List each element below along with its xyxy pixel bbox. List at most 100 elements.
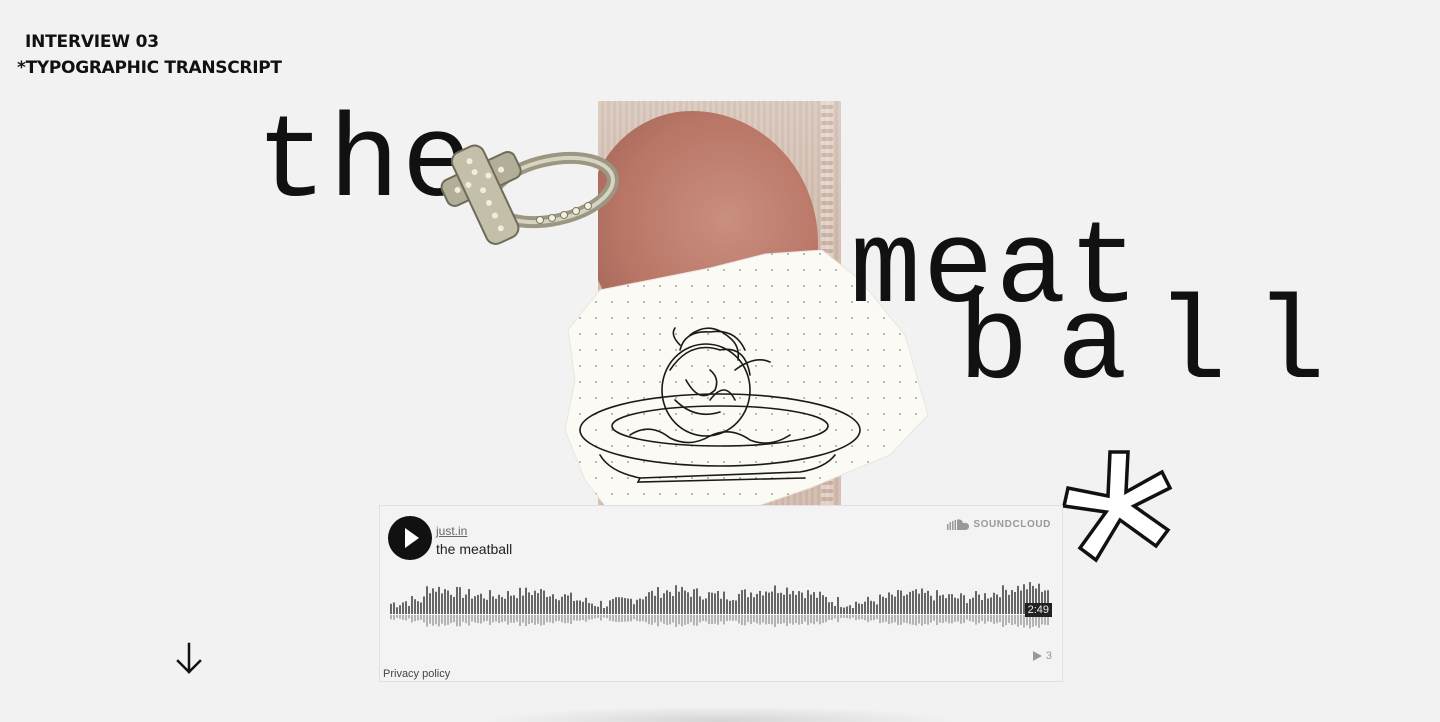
arrow-down-icon[interactable] <box>175 642 203 676</box>
soundcloud-player: just.in the meatball SOUNDCLOUD 2:49 3 P… <box>379 505 1063 682</box>
waveform-reflection-bar <box>432 615 434 626</box>
waveform-bar <box>450 594 452 614</box>
waveform-bar <box>753 597 755 614</box>
waveform-bar <box>807 590 809 614</box>
waveform-reflection-bar <box>747 615 749 623</box>
waveform-reflection-bar <box>453 615 455 623</box>
waveform-bar <box>480 593 482 614</box>
waveform-reflection-bar <box>585 615 587 622</box>
waveform-reflection-bar <box>651 615 653 625</box>
waveform-reflection-bar <box>756 615 758 624</box>
waveform-reflection-bar <box>474 615 476 623</box>
waveform-reflection-bar <box>675 615 677 628</box>
waveform-reflection-bar <box>711 615 713 624</box>
waveform-bar <box>489 590 491 614</box>
waveform-bar <box>825 596 827 614</box>
waveform-reflection-bar <box>759 615 761 625</box>
ring-image <box>440 144 619 245</box>
waveform-reflection-bar <box>837 615 839 623</box>
waveform-bar <box>957 598 959 614</box>
waveform-bar <box>393 602 395 614</box>
waveform[interactable] <box>390 578 1052 636</box>
waveform-bar <box>666 590 668 614</box>
waveform-bar <box>966 603 968 614</box>
soundcloud-logo-link[interactable]: SOUNDCLOUD <box>947 519 1051 530</box>
waveform-reflection-bar <box>762 615 764 623</box>
waveform-reflection-bar <box>702 615 704 622</box>
waveform-reflection-bar <box>933 615 935 621</box>
waveform-reflection-bar <box>507 615 509 625</box>
waveform-bar <box>891 594 893 614</box>
track-user-link[interactable]: just.in <box>436 524 467 538</box>
waveform-bar <box>942 594 944 614</box>
waveform-bar <box>693 589 695 614</box>
waveform-reflection-bar <box>741 615 743 626</box>
waveform-reflection-bar <box>699 615 701 623</box>
waveform-bar <box>813 592 815 614</box>
waveform-bar <box>465 594 467 614</box>
waveform-bar <box>426 586 428 614</box>
waveform-bar <box>591 603 593 614</box>
waveform-reflection-bar <box>753 615 755 623</box>
track-title-link[interactable]: the meatball <box>436 541 512 557</box>
waveform-reflection-bar <box>942 615 944 624</box>
play-count-value: 3 <box>1045 650 1052 662</box>
waveform-bar <box>798 591 800 614</box>
waveform-bar <box>657 587 659 614</box>
waveform-bar <box>759 590 761 614</box>
waveform-bar <box>585 597 587 614</box>
waveform-reflection-bar <box>810 615 812 624</box>
waveform-reflection-bar <box>486 615 488 621</box>
waveform-reflection-bar <box>633 615 635 620</box>
waveform-reflection-bar <box>981 615 983 621</box>
waveform-reflection-bar <box>543 615 545 625</box>
waveform-bar <box>1011 590 1013 614</box>
waveform-reflection-bar <box>561 615 563 623</box>
waveform-reflection-bar <box>768 615 770 624</box>
waveform-bar <box>783 594 785 614</box>
waveform-bar <box>1020 590 1022 614</box>
waveform-reflection-bar <box>480 615 482 624</box>
waveform-reflection-bar <box>897 615 899 626</box>
waveform-bar <box>498 594 500 614</box>
waveform-reflection-bar <box>918 615 920 624</box>
play-button[interactable] <box>388 516 432 560</box>
waveform-reflection-bar <box>846 615 848 619</box>
waveform-reflection-bar <box>1005 615 1007 626</box>
waveform-reflection-bar <box>663 615 665 624</box>
waveform-bar <box>540 589 542 614</box>
waveform-bar <box>594 606 596 614</box>
waveform-bar <box>810 594 812 614</box>
waveform-bar <box>945 598 947 614</box>
waveform-reflection-bar <box>972 615 974 622</box>
waveform-bar <box>417 601 419 614</box>
waveform-reflection-bar <box>891 615 893 624</box>
waveform-bar <box>576 600 578 614</box>
waveform-reflection-bar <box>534 615 536 625</box>
waveform-bar <box>768 592 770 614</box>
waveform-reflection-bar <box>570 615 572 624</box>
waveform-bar <box>558 600 560 614</box>
waveform-bar <box>516 598 518 614</box>
waveform-reflection-bar <box>672 615 674 623</box>
waveform-bar <box>570 592 572 614</box>
waveform-reflection-bar <box>660 615 662 622</box>
waveform-bar <box>672 595 674 614</box>
page-shadow <box>480 706 960 722</box>
waveform-reflection-bar <box>408 615 410 619</box>
hero-word-ball: ball <box>958 280 1354 413</box>
waveform-reflection-bar <box>444 615 446 626</box>
waveform-bar <box>780 592 782 614</box>
privacy-policy-link[interactable]: Privacy policy <box>383 668 450 680</box>
waveform-reflection-bar <box>399 615 401 619</box>
waveform-reflection-bar <box>813 615 815 625</box>
waveform-bar <box>651 590 653 614</box>
waveform-reflection-bar <box>525 615 527 627</box>
waveform-bar <box>723 591 725 614</box>
waveform-reflection-bar <box>612 615 614 622</box>
waveform-reflection-bar <box>567 615 569 623</box>
waveform-bar <box>1014 591 1016 614</box>
waveform-bar <box>456 586 458 614</box>
waveform-reflection-bar <box>591 615 593 620</box>
waveform-reflection-bar <box>438 615 440 627</box>
